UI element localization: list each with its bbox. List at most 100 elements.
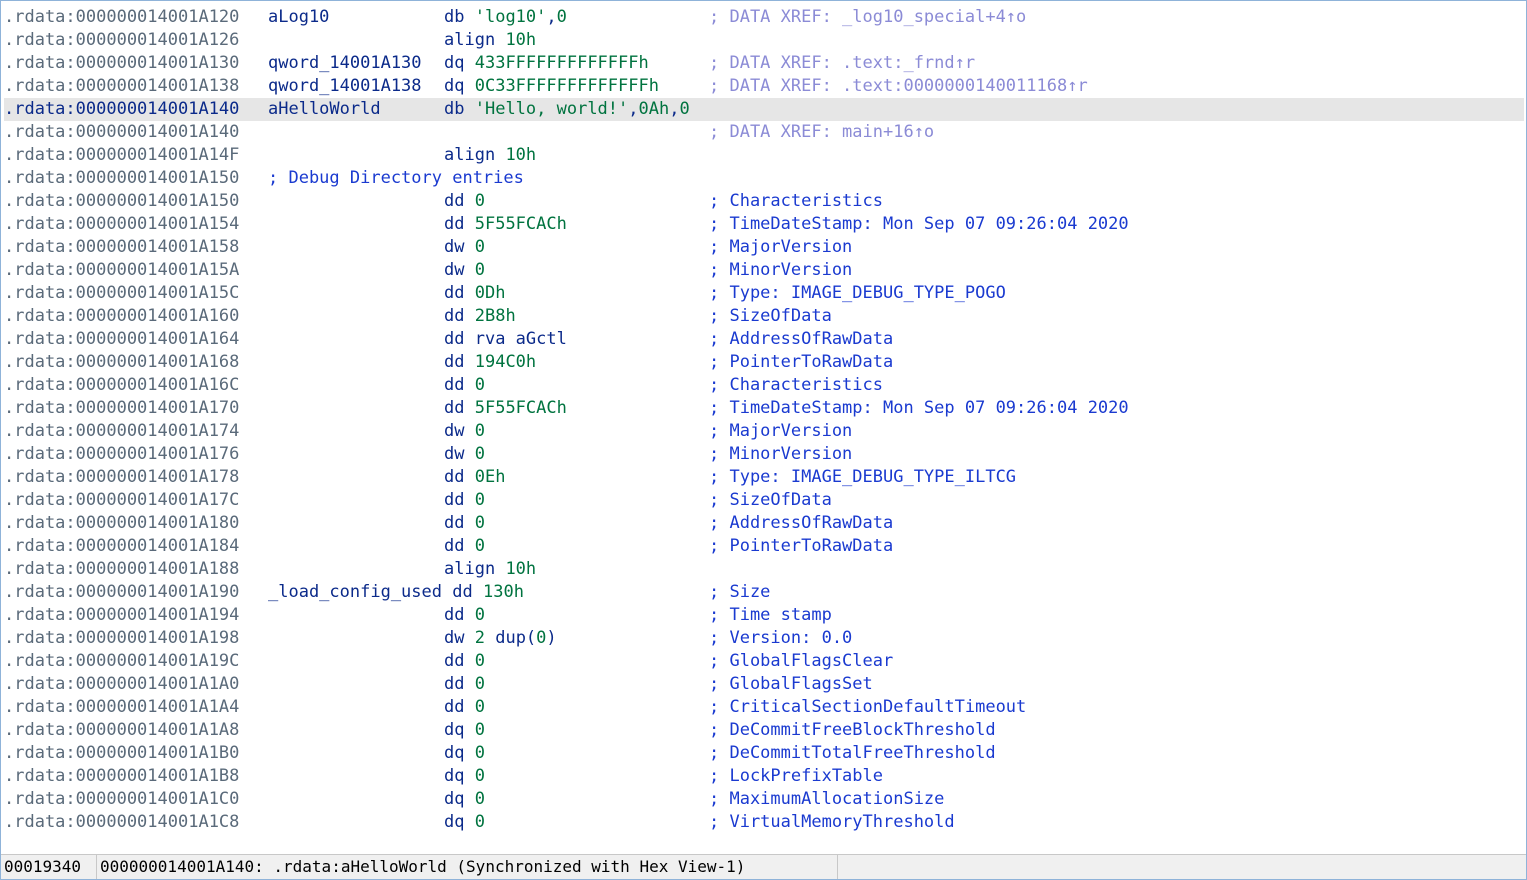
line-operand[interactable]: 2 bbox=[475, 628, 485, 648]
line-address[interactable]: .rdata:000000014001A198 bbox=[4, 627, 239, 650]
line-operand[interactable]: dup( bbox=[485, 628, 536, 648]
line-operand[interactable]: 0 bbox=[475, 421, 485, 441]
line-address[interactable]: .rdata:000000014001A1C8 bbox=[4, 811, 239, 834]
listing-line[interactable]: .rdata:000000014001A1C0 dq 0 ; MaximumAllo… bbox=[4, 788, 1524, 811]
line-address[interactable]: .rdata:000000014001A138 bbox=[4, 75, 239, 98]
listing-line[interactable]: .rdata:000000014001A16C dd 0 ; Characteris… bbox=[4, 374, 1524, 397]
line-operand[interactable]: 0 bbox=[679, 99, 689, 119]
line-address[interactable]: .rdata:000000014001A154 bbox=[4, 213, 239, 236]
line-operand[interactable]: 433FFFFFFFFFFFFFh bbox=[475, 53, 649, 73]
listing-line[interactable]: .rdata:000000014001A15C dd 0Dh ; Type: IMA… bbox=[4, 282, 1524, 305]
listing-line[interactable]: .rdata:000000014001A138 qword_14001A138 dq… bbox=[4, 75, 1524, 98]
line-operand[interactable]: 0Dh bbox=[475, 283, 506, 303]
line-address[interactable]: .rdata:000000014001A194 bbox=[4, 604, 239, 627]
line-operand[interactable]: 0 bbox=[475, 720, 485, 740]
line-address[interactable]: .rdata:000000014001A184 bbox=[4, 535, 239, 558]
listing-line[interactable]: .rdata:000000014001A176 dw 0 ; MinorVersio… bbox=[4, 443, 1524, 466]
listing-line[interactable]: .rdata:000000014001A194 dd 0 ; Time stamp bbox=[4, 604, 1524, 627]
listing-line[interactable]: .rdata:000000014001A158 dw 0 ; MajorVersio… bbox=[4, 236, 1524, 259]
line-address[interactable]: .rdata:000000014001A150 bbox=[4, 190, 239, 213]
line-address[interactable]: .rdata:000000014001A164 bbox=[4, 328, 239, 351]
disassembly-view[interactable]: .rdata:000000014001A120 aLog10 db 'log10',… bbox=[0, 0, 1527, 880]
line-operand[interactable]: 0 bbox=[557, 7, 567, 27]
line-operand[interactable]: 0 bbox=[475, 812, 485, 832]
listing-line[interactable]: .rdata:000000014001A150 dd 0 ; Characteris… bbox=[4, 190, 1524, 213]
line-operand[interactable]: 0 bbox=[475, 605, 485, 625]
line-operand[interactable]: 0 bbox=[475, 490, 485, 510]
line-label[interactable]: qword_14001A130 bbox=[268, 52, 422, 75]
line-address[interactable]: .rdata:000000014001A174 bbox=[4, 420, 239, 443]
line-address[interactable]: .rdata:000000014001A130 bbox=[4, 52, 239, 75]
listing-line[interactable]: .rdata:000000014001A174 dw 0 ; MajorVersio… bbox=[4, 420, 1524, 443]
line-label[interactable]: _load_config_used bbox=[268, 582, 442, 602]
line-operand[interactable]: 0 bbox=[475, 444, 485, 464]
line-operand[interactable]: 0Eh bbox=[475, 467, 506, 487]
line-operand[interactable]: 0Ah bbox=[639, 99, 670, 119]
line-operand[interactable]: 0 bbox=[475, 766, 485, 786]
listing-line[interactable]: .rdata:000000014001A198 dw 2 dup(0) ; Vers… bbox=[4, 627, 1524, 650]
xref-comment[interactable]: ; DATA XREF: .text:0000000140011168↑r bbox=[709, 75, 1088, 98]
line-label[interactable]: aLog10 bbox=[268, 6, 329, 29]
listing-line[interactable]: .rdata:000000014001A120 aLog10 db 'log10',… bbox=[4, 6, 1524, 29]
listing-line[interactable]: .rdata:000000014001A15A dw 0 ; MinorVersio… bbox=[4, 259, 1524, 282]
line-address[interactable]: .rdata:000000014001A19C bbox=[4, 650, 239, 673]
line-address[interactable]: .rdata:000000014001A15A bbox=[4, 259, 239, 282]
listing-line[interactable]: .rdata:000000014001A184 dd 0 ; PointerToRa… bbox=[4, 535, 1524, 558]
line-label[interactable]: qword_14001A138 bbox=[268, 75, 422, 98]
line-address[interactable]: .rdata:000000014001A168 bbox=[4, 351, 239, 374]
listing-line[interactable]: .rdata:000000014001A130 qword_14001A130 dq… bbox=[4, 52, 1524, 75]
line-operand[interactable]: 5F55FCACh bbox=[475, 398, 567, 418]
listing-line[interactable]: .rdata:000000014001A178 dd 0Eh ; Type: IMA… bbox=[4, 466, 1524, 489]
listing-line[interactable]: .rdata:000000014001A1A8 dq 0 ; DeCommitFre… bbox=[4, 719, 1524, 742]
line-address[interactable]: .rdata:000000014001A1C0 bbox=[4, 788, 239, 811]
line-address[interactable]: .rdata:000000014001A176 bbox=[4, 443, 239, 466]
line-address[interactable]: .rdata:000000014001A140 bbox=[4, 121, 239, 144]
xref-comment[interactable]: ; DATA XREF: main+16↑o bbox=[709, 121, 934, 144]
line-operand[interactable]: 194C0h bbox=[475, 352, 536, 372]
line-address[interactable]: .rdata:000000014001A17C bbox=[4, 489, 239, 512]
listing-line[interactable]: .rdata:000000014001A19C dd 0 ; GlobalFlags… bbox=[4, 650, 1524, 673]
line-address[interactable]: .rdata:000000014001A1A8 bbox=[4, 719, 239, 742]
line-address[interactable]: .rdata:000000014001A1A4 bbox=[4, 696, 239, 719]
listing-line[interactable]: .rdata:000000014001A188 align 10h bbox=[4, 558, 1524, 581]
line-operand[interactable]: , bbox=[546, 7, 556, 27]
line-address[interactable]: .rdata:000000014001A120 bbox=[4, 6, 239, 29]
line-operand[interactable]: 5F55FCACh bbox=[475, 214, 567, 234]
line-operand[interactable]: , bbox=[669, 99, 679, 119]
line-address[interactable]: .rdata:000000014001A190 bbox=[4, 581, 239, 604]
line-operand[interactable]: 0 bbox=[475, 697, 485, 717]
line-operand[interactable]: 'log10' bbox=[475, 7, 547, 27]
listing-line[interactable]: .rdata:000000014001A1A4 dd 0 ; CriticalSec… bbox=[4, 696, 1524, 719]
line-address[interactable]: .rdata:000000014001A15C bbox=[4, 282, 239, 305]
line-operand[interactable]: 0 bbox=[475, 375, 485, 395]
listing-line[interactable]: .rdata:000000014001A154 dd 5F55FCACh ; Tim… bbox=[4, 213, 1524, 236]
xref-comment[interactable]: ; DATA XREF: .text:_frnd↑r bbox=[709, 52, 975, 75]
line-address[interactable]: .rdata:000000014001A188 bbox=[4, 558, 239, 581]
line-address[interactable]: .rdata:000000014001A150 bbox=[4, 167, 239, 190]
line-address[interactable]: .rdata:000000014001A1A0 bbox=[4, 673, 239, 696]
line-address[interactable]: .rdata:000000014001A140 bbox=[4, 98, 239, 121]
line-address[interactable]: .rdata:000000014001A158 bbox=[4, 236, 239, 259]
listing-line[interactable]: .rdata:000000014001A164 dd rva aGctl ; Add… bbox=[4, 328, 1524, 351]
listing-line[interactable]: .rdata:000000014001A170 dd 5F55FCACh ; Tim… bbox=[4, 397, 1524, 420]
line-operand[interactable]: 0 bbox=[475, 789, 485, 809]
disassembly-listing[interactable]: .rdata:000000014001A120 aLog10 db 'log10',… bbox=[4, 6, 1524, 834]
line-address[interactable]: .rdata:000000014001A178 bbox=[4, 466, 239, 489]
listing-line[interactable]: .rdata:000000014001A140 ; DATA XREF: main… bbox=[4, 121, 1524, 144]
listing-line[interactable]: .rdata:000000014001A180 dd 0 ; AddressOfRa… bbox=[4, 512, 1524, 535]
listing-line[interactable]: .rdata:000000014001A168 dd 194C0h ; Pointe… bbox=[4, 351, 1524, 374]
listing-line[interactable]: .rdata:000000014001A160 dd 2B8h ; SizeOfDa… bbox=[4, 305, 1524, 328]
line-address[interactable]: .rdata:000000014001A180 bbox=[4, 512, 239, 535]
line-operand[interactable]: 0C33FFFFFFFFFFFFFh bbox=[475, 76, 659, 96]
line-operand[interactable]: 10h bbox=[505, 30, 536, 50]
line-operand[interactable]: 0 bbox=[475, 513, 485, 533]
line-operand[interactable]: 'Hello, world!' bbox=[475, 99, 629, 119]
line-address[interactable]: .rdata:000000014001A160 bbox=[4, 305, 239, 328]
line-operand[interactable]: 0 bbox=[475, 260, 485, 280]
line-operand[interactable]: 0 bbox=[475, 743, 485, 763]
line-operand[interactable]: 0 bbox=[475, 237, 485, 257]
line-address[interactable]: .rdata:000000014001A126 bbox=[4, 29, 239, 52]
listing-line[interactable]: .rdata:000000014001A1B8 dq 0 ; LockPrefixT… bbox=[4, 765, 1524, 788]
listing-line[interactable]: .rdata:000000014001A190 _load_config_used… bbox=[4, 581, 1524, 604]
line-operand[interactable]: 0 bbox=[536, 628, 546, 648]
